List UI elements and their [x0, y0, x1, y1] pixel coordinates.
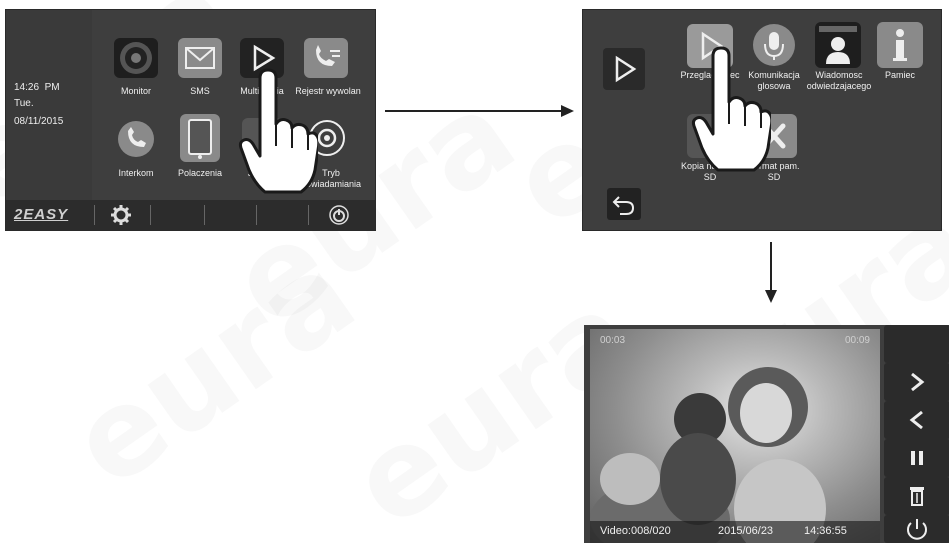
main-menu-screen: 14:26 PM Tue. 08/11/2015 Monitor SMS Mul… — [6, 10, 375, 230]
divider — [150, 205, 151, 225]
tablet-icon — [180, 114, 220, 162]
brand-logo: 2EASY — [14, 206, 69, 223]
divider — [204, 205, 205, 225]
play-icon — [615, 55, 637, 83]
pointing-hand-icon — [691, 46, 771, 176]
envelope-icon — [178, 38, 222, 78]
clock-time: 14:26 PM — [14, 82, 60, 93]
clock-area: 14:26 PM Tue. 08/11/2015 — [6, 10, 92, 200]
watermark: eura — [47, 224, 380, 515]
multimedia-screen: Przeglad zdjec Komunikacja glosowa Wiado… — [583, 10, 941, 230]
video-time: 14:36:55 — [804, 525, 847, 537]
video-playback-screen: 00:03 00:09 Video:008/020 2015/06/23 14:… — [584, 325, 949, 543]
previous-icon — [909, 410, 923, 430]
power-button[interactable] — [884, 515, 949, 543]
delete-icon — [910, 487, 924, 506]
divider — [308, 205, 309, 225]
blank-button — [884, 325, 949, 363]
app-label: Monitor — [120, 86, 151, 96]
video-counter: Video:008/020 — [600, 525, 671, 537]
phone-icon — [114, 118, 158, 160]
divider — [256, 205, 257, 225]
pause-button[interactable] — [884, 439, 949, 477]
arrow-right-icon — [385, 105, 574, 117]
camera-icon — [114, 38, 158, 78]
app-label: Interkom — [118, 168, 154, 178]
app-label: SMS — [190, 86, 210, 96]
video-time-end: 00:09 — [844, 335, 870, 346]
current-mode-icon — [603, 48, 645, 90]
bottom-toolbar: 2EASY — [6, 200, 375, 230]
video-thumbnail — [590, 367, 826, 543]
person-icon — [815, 22, 861, 68]
power-icon — [907, 519, 927, 540]
menu-label: Wiadomosc odwiedzajacego — [806, 70, 872, 91]
clock-date: 08/11/2015 — [14, 116, 64, 127]
settings-icon[interactable] — [110, 204, 132, 226]
pointing-hand-icon — [238, 68, 318, 198]
power-icon[interactable] — [328, 204, 350, 226]
video-frame: 00:03 00:09 Video:008/020 2015/06/23 14:… — [590, 329, 880, 543]
next-icon — [911, 372, 925, 392]
app-label: Polaczenia — [177, 168, 223, 178]
pause-icon — [911, 451, 923, 465]
undo-icon — [612, 196, 635, 215]
back-button[interactable] — [607, 188, 641, 220]
clock-day: Tue. — [14, 98, 34, 109]
video-info-bar: Video:008/020 2015/06/23 14:36:55 — [590, 521, 880, 543]
video-time-start: 00:03 — [600, 335, 626, 346]
info-icon — [877, 22, 923, 68]
delete-button[interactable] — [884, 477, 949, 515]
video-date: 2015/06/23 — [718, 525, 774, 537]
side-controls — [884, 325, 949, 543]
next-button[interactable] — [884, 363, 949, 401]
arrow-down-icon — [765, 242, 777, 303]
menu-label: Pamiec — [884, 70, 915, 80]
previous-button[interactable] — [884, 401, 949, 439]
divider — [94, 205, 95, 225]
